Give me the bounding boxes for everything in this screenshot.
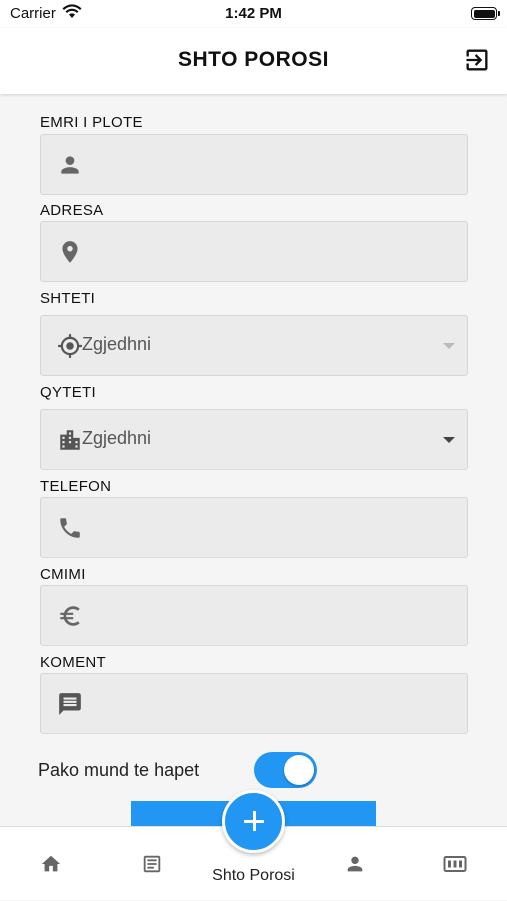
price-input[interactable] bbox=[40, 585, 468, 646]
tab-counter[interactable] bbox=[424, 827, 486, 901]
person-icon bbox=[61, 156, 79, 174]
phone-input[interactable] bbox=[40, 497, 468, 558]
full-name-input[interactable] bbox=[40, 134, 468, 195]
city-value: Zgjedhni bbox=[82, 428, 152, 448]
crosshair-icon bbox=[58, 334, 82, 358]
country-value: Zgjedhni bbox=[82, 334, 152, 354]
country-label: SHTETI bbox=[40, 290, 96, 307]
city-label: QYTETI bbox=[40, 384, 96, 401]
add-order-button[interactable] bbox=[222, 790, 285, 853]
tab-orders[interactable] bbox=[121, 827, 183, 901]
country-select[interactable]: Zgjedhni bbox=[40, 315, 468, 376]
page-title: SHTO POROSI bbox=[178, 48, 329, 71]
tab-profile[interactable] bbox=[324, 827, 386, 901]
phone-label: TELEFON bbox=[40, 478, 112, 495]
price-label: CMIMI bbox=[40, 566, 86, 583]
address-label: ADRESA bbox=[40, 202, 104, 219]
counter-icon bbox=[443, 856, 467, 872]
clock: 1:42 PM bbox=[225, 5, 282, 22]
full-name-label: EMRI I PLOTE bbox=[40, 114, 143, 131]
comment-input[interactable] bbox=[40, 673, 468, 734]
euro-icon bbox=[60, 606, 80, 626]
chevron-down-icon bbox=[443, 343, 455, 349]
package-open-toggle[interactable] bbox=[254, 752, 317, 788]
address-input[interactable] bbox=[40, 221, 468, 282]
battery-icon bbox=[471, 7, 500, 20]
location-pin-icon bbox=[62, 241, 78, 263]
comment-icon bbox=[59, 693, 81, 715]
package-open-label: Pako mund te hapet bbox=[38, 760, 200, 780]
profile-icon bbox=[347, 856, 363, 872]
status-bar: Carrier 1:42 PM bbox=[0, 0, 507, 28]
tab-home[interactable] bbox=[20, 827, 82, 901]
tab-add-order-label[interactable]: Shto Porosi bbox=[180, 867, 327, 885]
list-icon bbox=[143, 855, 161, 873]
app-header: SHTO POROSI bbox=[0, 28, 507, 94]
comment-label: KOMENT bbox=[40, 654, 106, 671]
city-icon bbox=[60, 430, 80, 450]
phone-icon bbox=[60, 518, 80, 538]
home-icon bbox=[41, 855, 61, 872]
logout-icon[interactable] bbox=[463, 46, 491, 74]
chevron-down-icon bbox=[443, 437, 455, 443]
city-select[interactable]: Zgjedhni bbox=[40, 409, 468, 470]
